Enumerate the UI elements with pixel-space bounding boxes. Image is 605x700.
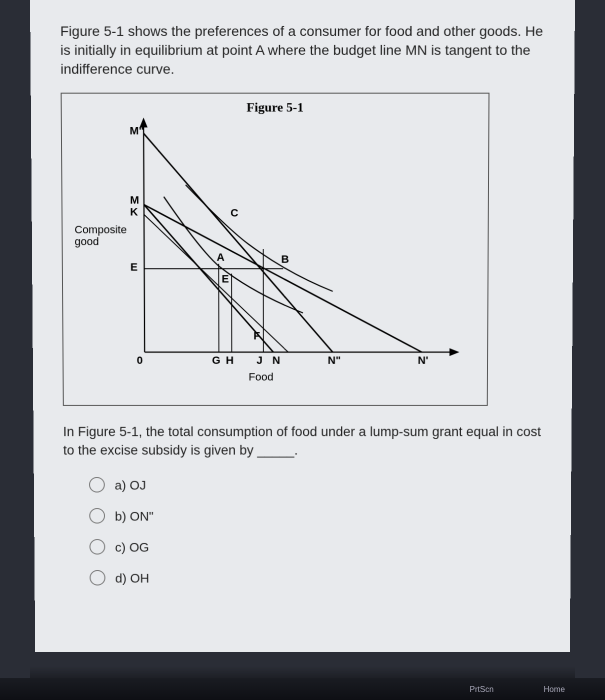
label-N: N	[272, 355, 280, 367]
radio-icon	[89, 477, 105, 493]
document-page: Figure 5-1 shows the preferences of a co…	[30, 0, 575, 652]
label-K: K	[130, 206, 138, 218]
figure-container: Figure 5-1	[61, 92, 490, 405]
diagram-svg	[74, 115, 473, 391]
label-M: M	[130, 194, 139, 206]
option-a-label: a) OJ	[115, 478, 146, 493]
label-E-sub: E	[222, 273, 229, 285]
figure-diagram: M" M K C E A E B F 0 G H J N N" N' Compo…	[74, 115, 473, 391]
key-home: Home	[544, 685, 565, 694]
figure-title: Figure 5-1	[247, 99, 304, 115]
option-d-label: d) OH	[115, 571, 149, 585]
question-text: In Figure 5-1, the total consumption of …	[63, 423, 542, 460]
option-d[interactable]: d) OH	[90, 570, 541, 585]
label-B: B	[281, 254, 289, 266]
y-axis-label: Composite good	[74, 224, 134, 248]
label-C: C	[230, 207, 238, 219]
radio-icon	[89, 540, 105, 555]
label-G: G	[212, 355, 221, 367]
label-M-prime: M"	[130, 125, 144, 137]
label-J: J	[256, 355, 262, 367]
options-group: a) OJ b) ON" c) OG d) OH	[63, 477, 541, 585]
radio-icon	[89, 509, 105, 525]
label-H: H	[226, 355, 234, 367]
label-N-prime: N"	[328, 355, 341, 367]
option-c[interactable]: c) OG	[89, 540, 541, 555]
page-shadow	[30, 666, 575, 678]
radio-icon	[90, 570, 106, 585]
label-E: E	[130, 262, 137, 274]
label-N-dprime: N'	[418, 355, 428, 367]
x-axis-label: Food	[249, 371, 274, 383]
intro-text: Figure 5-1 shows the preferences of a co…	[60, 22, 545, 78]
option-c-label: c) OG	[115, 540, 149, 555]
keyboard-strip: PrtScn Home	[0, 678, 605, 700]
option-b-label: b) ON"	[115, 509, 154, 524]
option-b[interactable]: b) ON"	[89, 509, 541, 525]
key-prtscn: PrtScn	[470, 685, 494, 694]
label-origin: 0	[137, 355, 143, 367]
label-A: A	[217, 252, 225, 264]
option-a[interactable]: a) OJ	[89, 477, 542, 493]
label-F: F	[253, 330, 260, 342]
